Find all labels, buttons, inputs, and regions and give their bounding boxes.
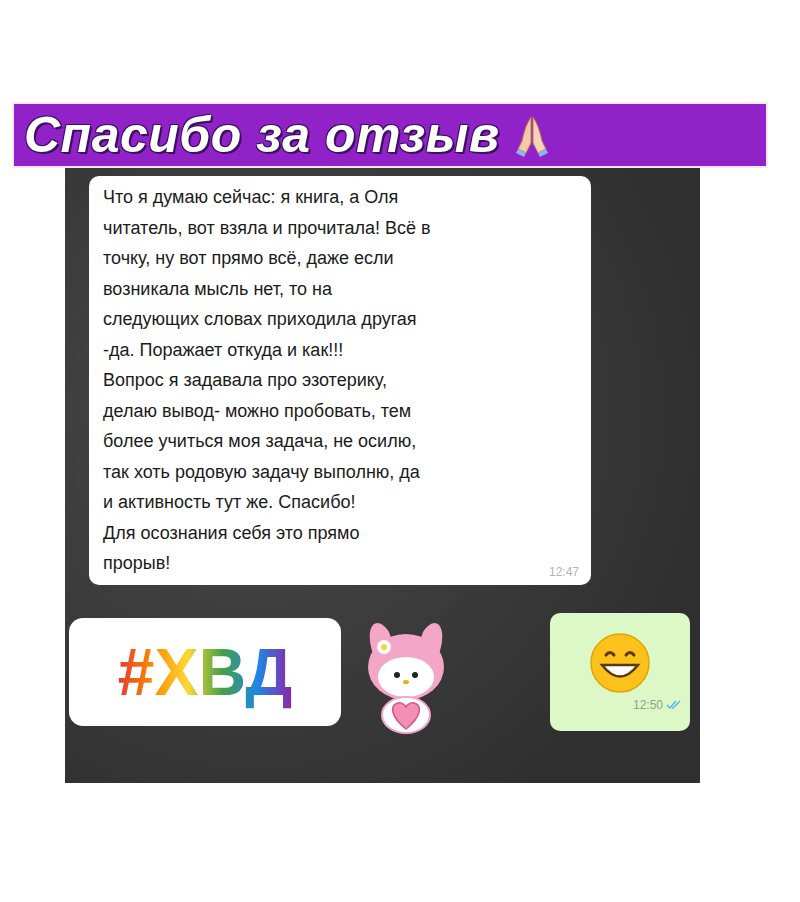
message-line: прорыв! bbox=[103, 548, 170, 579]
message-line: более учиться моя задача, не осилю, bbox=[103, 426, 579, 457]
message-last-row: прорыв! 12:47 bbox=[103, 548, 579, 579]
praying-hands-icon bbox=[512, 113, 552, 157]
my-melody-sticker-icon bbox=[351, 607, 461, 737]
incoming-message: Что я думаю сейчас: я книга, а Олячитате… bbox=[89, 176, 591, 585]
message-meta: 12:50 bbox=[633, 698, 682, 712]
message-line: так хоть родовую задачу выполню, да bbox=[103, 457, 579, 488]
grinning-face-icon bbox=[589, 632, 651, 694]
double-check-icon bbox=[666, 700, 682, 710]
reply-time: 12:50 bbox=[633, 698, 663, 712]
message-line: Что я думаю сейчас: я книга, а Оля bbox=[103, 182, 579, 213]
message-line: делаю вывод- можно пробовать, тем bbox=[103, 396, 579, 427]
page: Спасибо за отзыв Что я думаю сейчас: я кн… bbox=[0, 0, 800, 902]
message-line: -да. Поражает откуда и как!!! bbox=[103, 335, 579, 366]
message-time: 12:47 bbox=[549, 565, 579, 579]
message-line: читатель, вот взяла и прочитала! Всё в bbox=[103, 213, 579, 244]
message-line: следующих словах приходила другая bbox=[103, 304, 579, 335]
message-line: Вопрос я задавала про эзотерику, bbox=[103, 365, 579, 396]
hashtag-text: #ХВД bbox=[118, 634, 293, 710]
chat-screenshot: Что я думаю сейчас: я книга, а Олячитате… bbox=[65, 166, 700, 783]
hashtag-sticker: #ХВД bbox=[69, 618, 341, 726]
message-line: и активность тут же. Спасибо! bbox=[103, 487, 579, 518]
banner: Спасибо за отзыв bbox=[12, 102, 768, 168]
message-line: точку, ну вот прямо всё, даже если bbox=[103, 243, 579, 274]
message-line: возникала мысль нет, то на bbox=[103, 274, 579, 305]
sticker-row: #ХВД 12:50 bbox=[69, 607, 690, 737]
message-line: Для осознания себя это прямо bbox=[103, 518, 579, 549]
banner-title: Спасибо за отзыв bbox=[24, 106, 500, 164]
outgoing-message: 12:50 bbox=[550, 613, 690, 731]
